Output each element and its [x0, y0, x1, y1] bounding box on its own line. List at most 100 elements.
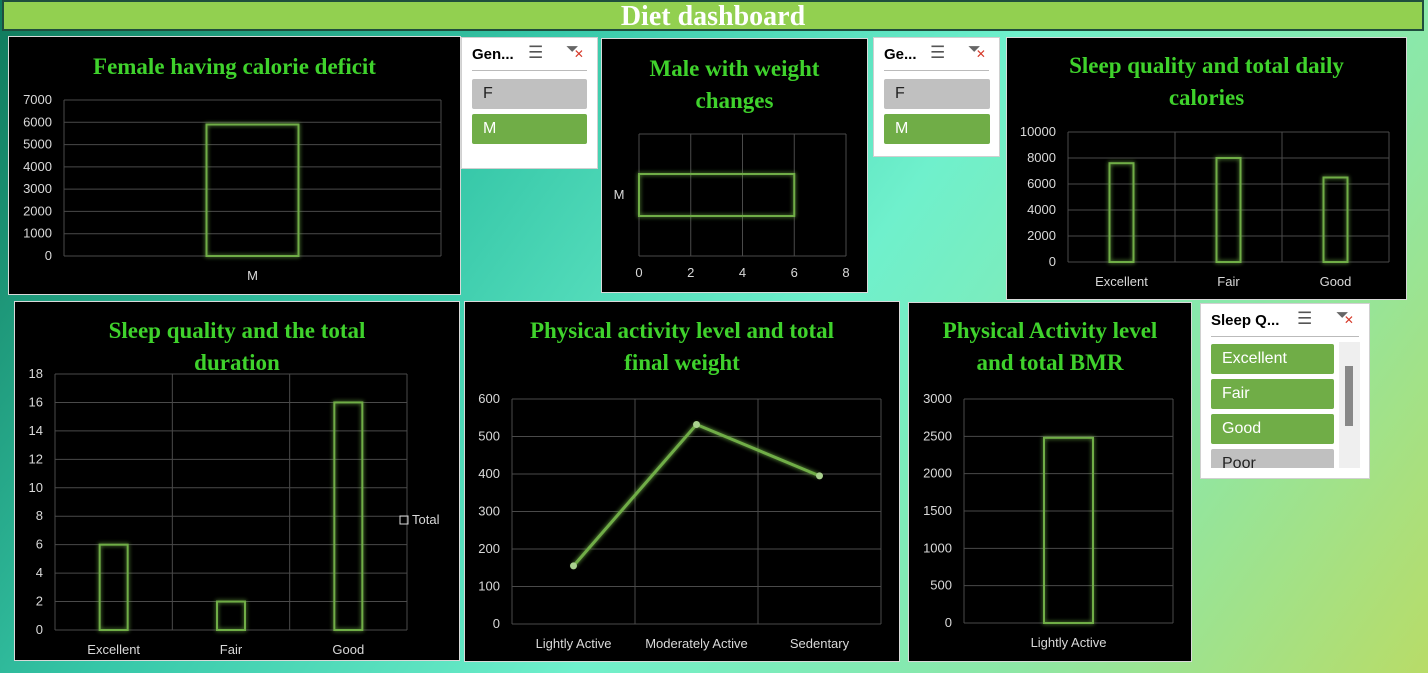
y-tick-label: 1000 — [23, 226, 52, 241]
x-category-label: Excellent — [87, 642, 140, 657]
y-tick-label: 6000 — [1027, 176, 1056, 191]
gender-slicer: Ge... ☰ ⏷✕ F M — [873, 37, 1000, 157]
y-tick-label: 6 — [36, 537, 43, 552]
slicer-item-excellent[interactable]: Excellent — [1211, 344, 1334, 374]
slicer-header: Sleep Q... — [1211, 312, 1280, 329]
y-tick-label: 8000 — [1027, 150, 1056, 165]
slicer-item-f[interactable]: F — [884, 79, 990, 109]
slicer-item-poor[interactable]: Poor — [1211, 449, 1334, 468]
sleep-quality-slicer: Sleep Q... ☰ ⏷✕ Excellent Fair Good Poor — [1200, 303, 1370, 479]
y-tick-label: 5000 — [23, 137, 52, 152]
x-tick-label: 4 — [739, 265, 746, 280]
chart-female-calorie-deficit: Female having calorie deficit 0 1000 2000 3… — [8, 36, 461, 295]
y-tick-label: 4000 — [23, 159, 52, 174]
slicer-item-m[interactable]: M — [472, 114, 587, 144]
slicer-divider — [1211, 336, 1359, 337]
slicer-item-good[interactable]: Good — [1211, 414, 1334, 444]
y-tick-label: 400 — [478, 466, 500, 481]
legend-label: Total — [412, 512, 440, 527]
bar — [1108, 162, 1135, 263]
chart-svg: 0 2 4 6 8 10 12 14 16 18 Excellent Fair Good Total — [29, 366, 440, 657]
y-tick-label: 0 — [493, 616, 500, 631]
chart-sleep-quality-duration: Sleep quality and the total duration 024… — [14, 301, 460, 661]
chart-svg: 0 500 1000 1500 2000 2500 3000 Lightly Active — [923, 391, 1174, 650]
bar — [98, 543, 129, 632]
y-tick-label: 10000 — [1020, 124, 1056, 139]
chart-svg: 0 1000 2000 3000 4000 5000 6000 7000 M — [23, 92, 442, 283]
slicer-item-m[interactable]: M — [884, 114, 990, 144]
x-tick-label: 6 — [791, 265, 798, 280]
y-tick-label: 18 — [29, 366, 43, 381]
y-tick-label: 0 — [945, 615, 952, 630]
data-point — [693, 421, 700, 428]
y-tick-label: 12 — [29, 451, 43, 466]
y-tick-label: 4 — [36, 565, 43, 580]
y-tick-label: 1500 — [923, 503, 952, 518]
x-tick-label: 2 — [687, 265, 694, 280]
multi-select-icon[interactable]: ☰ — [528, 43, 543, 63]
bar — [638, 173, 796, 217]
scrollbar-thumb[interactable] — [1345, 366, 1353, 426]
x-category-label: Lightly Active — [536, 636, 612, 651]
multi-select-icon[interactable]: ☰ — [1297, 309, 1312, 329]
y-tick-label: 3000 — [923, 391, 952, 406]
x-category-label: Fair — [220, 642, 243, 657]
y-tick-label: 3000 — [23, 181, 52, 196]
chart-activity-final-weight: Physical activity level and total final … — [464, 301, 900, 662]
y-tick-label: 300 — [478, 504, 500, 519]
x-category-label: Excellent — [1095, 274, 1148, 289]
x-category-label: Good — [1320, 274, 1352, 289]
y-tick-label: 7000 — [23, 92, 52, 107]
chart-sleep-quality-calories: Sleep quality and total daily calories 0… — [1006, 37, 1407, 300]
y-tick-label: 16 — [29, 394, 43, 409]
y-tick-label: 100 — [478, 579, 500, 594]
clear-filter-icon[interactable]: ⏷✕ — [968, 41, 991, 61]
y-tick-label: 500 — [478, 429, 500, 444]
clear-filter-icon[interactable]: ⏷✕ — [1336, 307, 1359, 327]
x-category-label: Sedentary — [790, 636, 850, 651]
bar — [1043, 436, 1094, 624]
y-tick-label: 4000 — [1027, 202, 1056, 217]
clear-filter-icon[interactable]: ⏷✕ — [566, 41, 589, 61]
gender-slicer: Gen... ☰ ⏷✕ F M — [461, 37, 598, 169]
multi-select-icon[interactable]: ☰ — [930, 43, 945, 63]
chart-svg: 0 2 4 6 8 M — [614, 133, 850, 280]
y-tick-label: 2000 — [1027, 228, 1056, 243]
y-tick-label: 8 — [36, 508, 43, 523]
dashboard-title: Diet dashboard — [2, 0, 1424, 31]
y-tick-label: 0 — [36, 622, 43, 637]
y-tick-label: 0 — [45, 248, 52, 263]
chart-svg: 0 100 200 300 400 500 600 Lightly Active Moderat… — [478, 391, 882, 651]
y-tick-label: 10 — [29, 480, 43, 495]
chart-svg: 0 2000 4000 6000 8000 10000 Excellent Fair Good — [1020, 124, 1390, 289]
y-tick-label: 0 — [1049, 254, 1056, 269]
y-tick-label: 500 — [930, 578, 952, 593]
y-tick-label: 14 — [29, 423, 43, 438]
y-category-label: M — [614, 187, 625, 202]
x-tick-label: 0 — [635, 265, 642, 280]
slicer-scrollbar[interactable] — [1339, 342, 1360, 468]
data-point — [816, 472, 823, 480]
data-point — [570, 562, 577, 570]
x-category-label: Fair — [1217, 274, 1240, 289]
y-tick-label: 200 — [478, 541, 500, 556]
y-tick-label: 2000 — [923, 466, 952, 481]
slicer-item-f[interactable]: F — [472, 79, 587, 109]
y-tick-label: 2500 — [923, 428, 952, 443]
series-line — [572, 422, 821, 567]
x-category-label: Moderately Active — [645, 636, 748, 651]
slicer-header: Ge... — [884, 46, 917, 63]
x-category-label: M — [247, 268, 258, 283]
bar — [1322, 176, 1349, 263]
slicer-divider — [472, 70, 587, 71]
slicer-divider — [884, 70, 989, 71]
chart-male-weight-changes: Male with weight changes 02468M — [601, 38, 868, 293]
slicer-item-fair[interactable]: Fair — [1211, 379, 1334, 409]
slicer-header: Gen... — [472, 46, 514, 63]
x-category-label: Lightly Active — [1031, 635, 1107, 650]
y-tick-label: 1000 — [923, 540, 952, 555]
y-tick-label: 6000 — [23, 114, 52, 129]
x-tick-label: 8 — [842, 265, 849, 280]
bar — [216, 600, 246, 631]
y-tick-label: 2 — [36, 594, 43, 609]
